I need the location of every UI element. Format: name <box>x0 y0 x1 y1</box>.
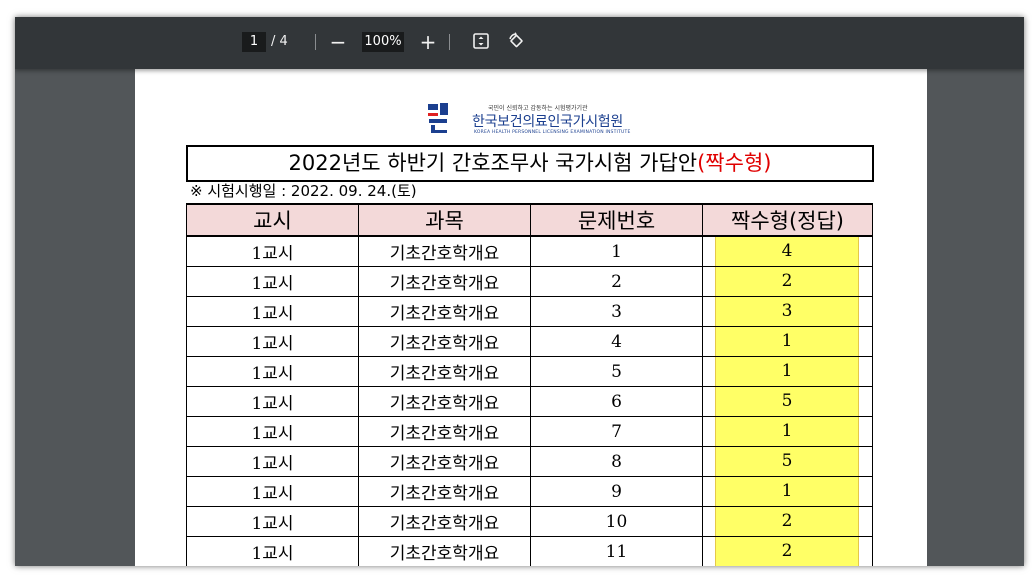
table-row: 1교시 기초간호학개요 8 5 <box>186 446 873 477</box>
header-session: 교시 <box>186 203 359 237</box>
cell-session: 1교시 <box>186 536 359 566</box>
cell-subject: 기초간호학개요 <box>358 326 531 357</box>
cell-session: 1교시 <box>186 266 359 297</box>
cell-subject: 기초간호학개요 <box>358 446 531 477</box>
cell-question-number: 4 <box>530 326 703 357</box>
page-number-input[interactable]: 1 <box>242 32 266 52</box>
cell-question-number: 7 <box>530 416 703 447</box>
pdf-toolbar: 1 / 4 − 100% + <box>15 17 1024 69</box>
cell-answer: 5 <box>702 386 873 417</box>
cell-answer: 5 <box>702 446 873 477</box>
pdf-page: 국민이 신뢰하고 감동하는 시험평가기관 한국보건의료인국가시험원 KOREA … <box>135 69 927 566</box>
answer-highlight: 2 <box>715 537 859 566</box>
cell-session: 1교시 <box>186 326 359 357</box>
cell-subject: 기초간호학개요 <box>358 296 531 327</box>
header-question-number: 문제번호 <box>530 203 703 237</box>
document-title: 2022년도 하반기 간호조무사 국가시험 가답안(짝수형) <box>186 145 874 182</box>
table-row: 1교시 기초간호학개요 1 4 <box>186 235 873 267</box>
answer-table-body: 1교시 기초간호학개요 1 4 1교시 기초간호학개요 2 2 1교시 기초간호학개요 3 3 1교시 기… <box>186 235 873 566</box>
pdf-viewer: 1 / 4 − 100% + 국민이 신뢰하고 감동하는 시험평가기관 한국보건… <box>15 17 1024 566</box>
cell-question-number: 8 <box>530 446 703 477</box>
zoom-level-input[interactable]: 100% <box>362 32 404 52</box>
cell-question-number: 3 <box>530 296 703 327</box>
cell-answer: 1 <box>702 416 873 447</box>
answer-highlight: 1 <box>715 357 859 386</box>
answer-highlight: 4 <box>715 237 859 266</box>
cell-session: 1교시 <box>186 506 359 537</box>
table-row: 1교시 기초간호학개요 2 2 <box>186 266 873 297</box>
cell-question-number: 2 <box>530 266 703 297</box>
cell-question-number: 11 <box>530 536 703 566</box>
cell-session: 1교시 <box>186 386 359 417</box>
cell-subject: 기초간호학개요 <box>358 266 531 297</box>
cell-answer: 1 <box>702 476 873 507</box>
cell-session: 1교시 <box>186 416 359 447</box>
answer-table: 교시 과목 문제번호 짝수형(정답) 1교시 기초간호학개요 1 4 1교시 기초간호학개… <box>186 203 873 566</box>
fit-page-icon[interactable] <box>471 31 491 51</box>
cell-question-number: 10 <box>530 506 703 537</box>
zoom-out-button[interactable]: − <box>326 30 350 54</box>
table-row: 1교시 기초간호학개요 9 1 <box>186 476 873 507</box>
cell-question-number: 5 <box>530 356 703 387</box>
answer-highlight: 1 <box>715 327 859 356</box>
zoom-in-button[interactable]: + <box>416 30 440 54</box>
table-row: 1교시 기초간호학개요 11 2 <box>186 536 873 566</box>
logo-english-name: KOREA HEALTH PERSONNEL LICENSING EXAMINA… <box>474 130 631 135</box>
cell-question-number: 9 <box>530 476 703 507</box>
cell-question-number: 6 <box>530 386 703 417</box>
title-text: 2022년도 하반기 간호조무사 국가시험 가답안 <box>288 151 698 175</box>
title-exam-type: (짝수형) <box>697 151 772 175</box>
toolbar-divider <box>315 34 316 50</box>
cell-session: 1교시 <box>186 296 359 327</box>
cell-answer: 3 <box>702 296 873 327</box>
cell-subject: 기초간호학개요 <box>358 506 531 537</box>
table-row: 1교시 기초간호학개요 4 1 <box>186 326 873 357</box>
cell-question-number: 1 <box>530 235 703 267</box>
exam-date: ※ 시험시행일 : 2022. 09. 24.(토) <box>190 182 417 200</box>
cell-answer: 1 <box>702 326 873 357</box>
cell-session: 1교시 <box>186 446 359 477</box>
answer-highlight: 2 <box>715 267 859 296</box>
cell-subject: 기초간호학개요 <box>358 476 531 507</box>
cell-answer: 2 <box>702 506 873 537</box>
answer-highlight: 2 <box>715 507 859 536</box>
cell-session: 1교시 <box>186 235 359 267</box>
logo-institution-name: 한국보건의료인국가시험원 <box>472 114 623 130</box>
cell-session: 1교시 <box>186 476 359 507</box>
rotate-icon[interactable] <box>506 31 526 51</box>
kuksiwon-logo-icon <box>426 101 450 135</box>
table-row: 1교시 기초간호학개요 6 5 <box>186 386 873 417</box>
cell-subject: 기초간호학개요 <box>358 386 531 417</box>
answer-highlight: 1 <box>715 417 859 446</box>
answer-highlight: 5 <box>715 447 859 476</box>
cell-session: 1교시 <box>186 356 359 387</box>
toolbar-divider <box>449 34 450 50</box>
cell-answer: 2 <box>702 266 873 297</box>
cell-subject: 기초간호학개요 <box>358 416 531 447</box>
cell-subject: 기초간호학개요 <box>358 356 531 387</box>
answer-highlight: 5 <box>715 387 859 416</box>
table-header-row: 교시 과목 문제번호 짝수형(정답) <box>186 203 873 237</box>
cell-answer: 2 <box>702 536 873 566</box>
cell-subject: 기초간호학개요 <box>358 235 531 267</box>
table-row: 1교시 기초간호학개요 7 1 <box>186 416 873 447</box>
answer-highlight: 1 <box>715 477 859 506</box>
table-row: 1교시 기초간호학개요 5 1 <box>186 356 873 387</box>
answer-highlight: 3 <box>715 297 859 326</box>
header-subject: 과목 <box>358 203 531 237</box>
header-answer: 짝수형(정답) <box>702 203 873 237</box>
cell-answer: 1 <box>702 356 873 387</box>
cell-answer: 4 <box>702 235 873 267</box>
table-row: 1교시 기초간호학개요 10 2 <box>186 506 873 537</box>
table-row: 1교시 기초간호학개요 3 3 <box>186 296 873 327</box>
page-total-count: / 4 <box>271 34 288 49</box>
cell-subject: 기초간호학개요 <box>358 536 531 566</box>
